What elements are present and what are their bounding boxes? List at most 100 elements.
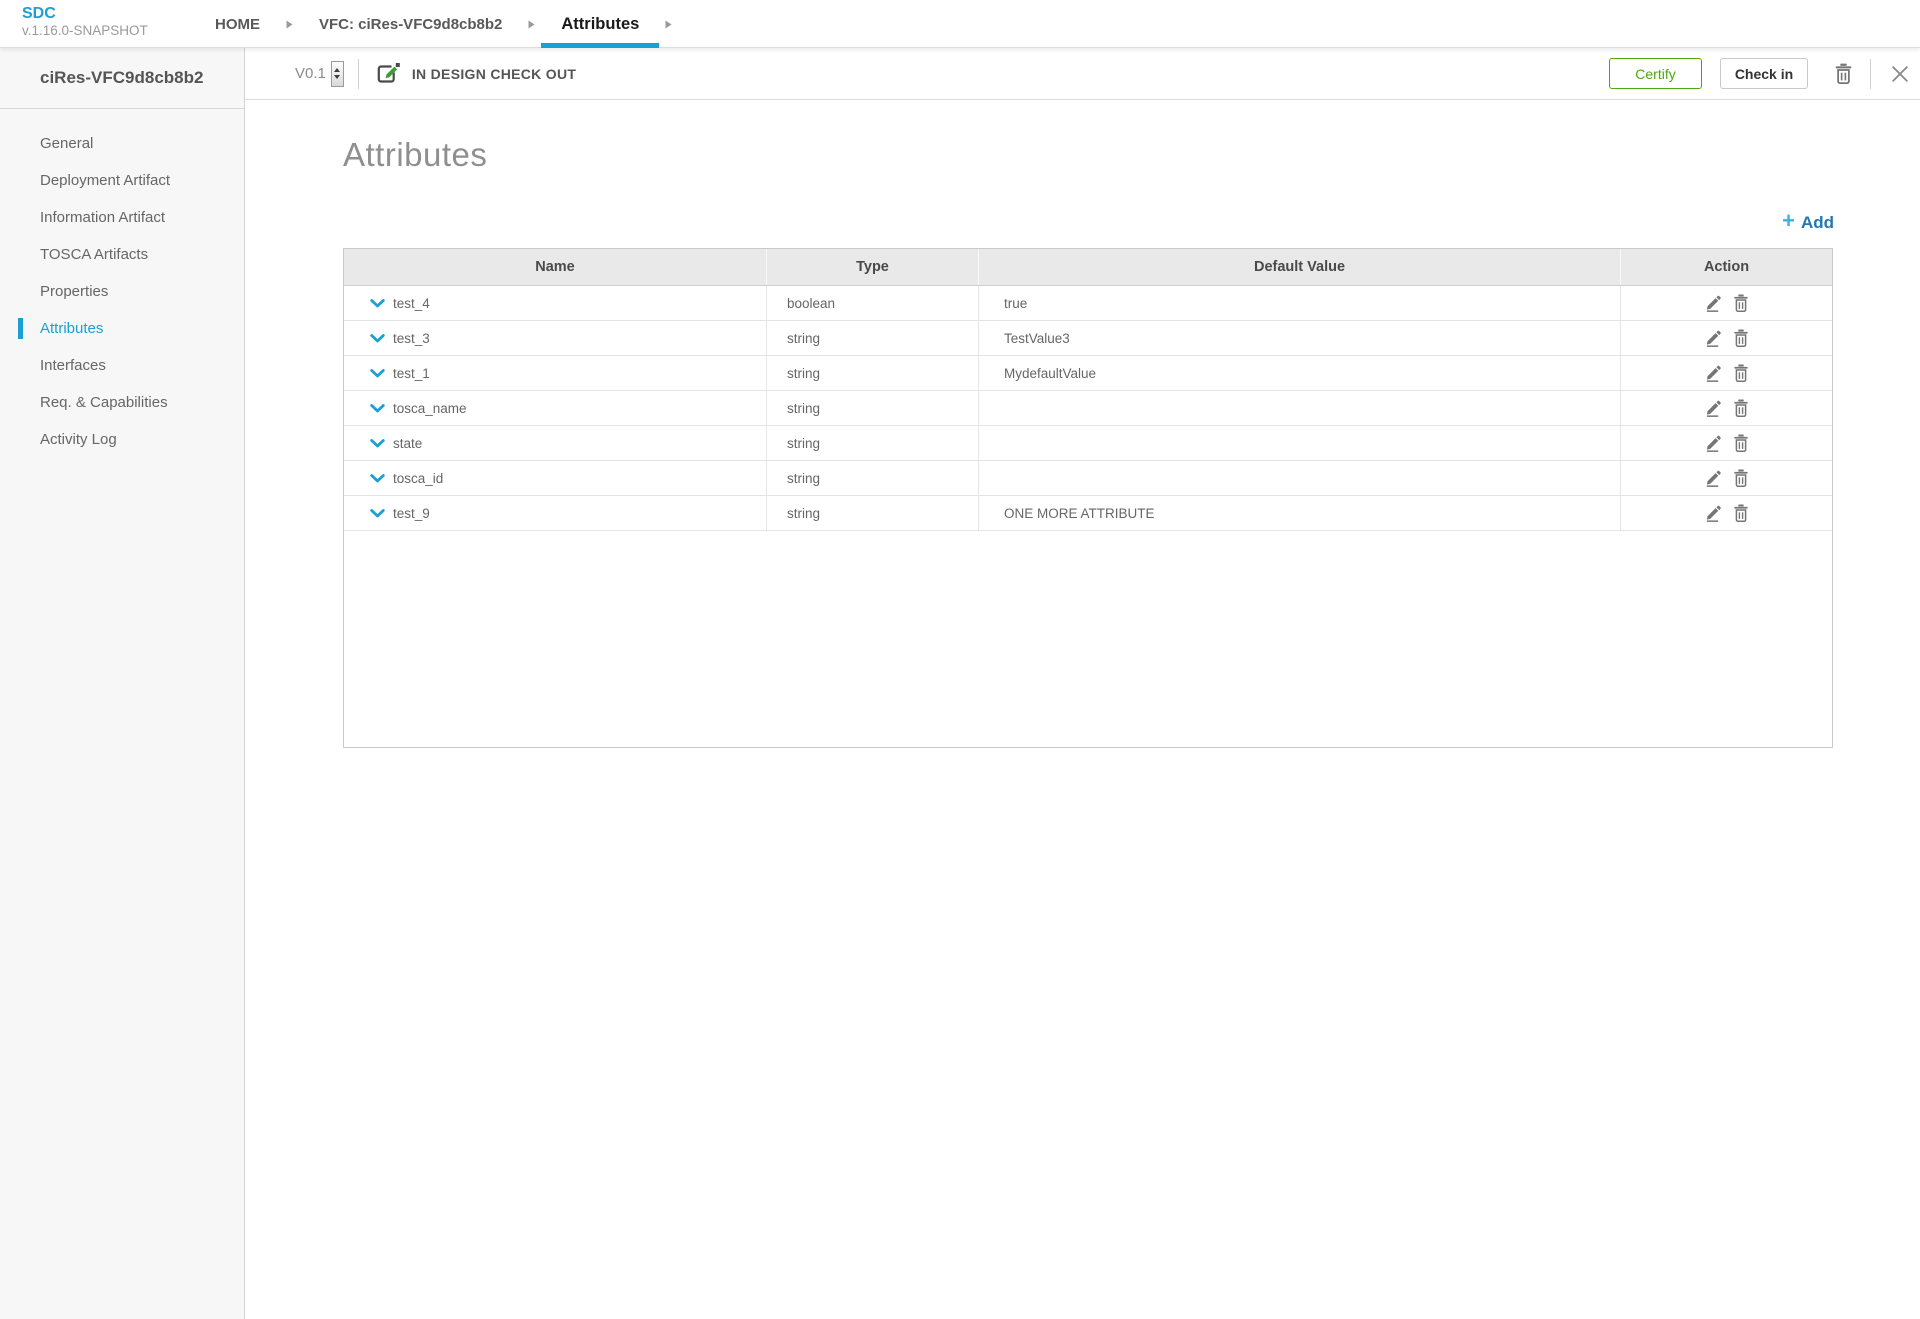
cell-action	[1621, 461, 1832, 495]
column-header-action: Action	[1703, 259, 1750, 275]
cell-action	[1621, 286, 1832, 320]
breadcrumb-item[interactable]: HOME	[195, 0, 280, 48]
sidebar-item-deployment-artifact[interactable]: Deployment Artifact	[0, 162, 244, 199]
breadcrumb-label: HOME	[215, 15, 260, 33]
version-label: V0.1	[295, 65, 326, 82]
sdc-logo[interactable]: SDC v.1.16.0-SNAPSHOT	[22, 5, 148, 39]
cell-default-value	[979, 461, 1621, 495]
breadcrumb-arrow-icon	[665, 20, 672, 29]
expand-chevron-down-icon[interactable]	[370, 368, 385, 378]
delete-icon[interactable]	[1733, 294, 1749, 312]
spinner-up-icon[interactable]	[334, 68, 341, 72]
sidebar-item-information-artifact[interactable]: Information Artifact	[0, 199, 244, 236]
sidebar-item-label: General	[40, 135, 94, 152]
in-design-icon	[376, 62, 402, 86]
delete-icon[interactable]	[1733, 399, 1749, 417]
cell-default-value: TestValue3	[979, 321, 1621, 355]
sidebar-item-properties[interactable]: Properties	[0, 273, 244, 310]
delete-icon[interactable]	[1733, 434, 1749, 452]
certify-button[interactable]: Certify	[1609, 58, 1702, 89]
add-attribute-button[interactable]: + Add	[1782, 210, 1834, 233]
table-row: test_3 string TestValue3	[344, 321, 1832, 356]
delete-icon[interactable]	[1733, 469, 1749, 487]
sidebar-item-interfaces[interactable]: Interfaces	[0, 347, 244, 384]
cell-name: tosca_id	[344, 461, 767, 495]
attr-default: true	[1004, 295, 1028, 311]
breadcrumb-item[interactable]: VFC: ciRes-VFC9d8cb8b2	[299, 0, 522, 48]
sidebar-item-label: Req. & Capabilities	[40, 394, 168, 411]
expand-chevron-down-icon[interactable]	[370, 403, 385, 413]
expand-chevron-down-icon[interactable]	[370, 473, 385, 483]
close-icon[interactable]	[1892, 65, 1908, 82]
expand-chevron-down-icon[interactable]	[370, 333, 385, 343]
attr-name: test_3	[393, 330, 430, 346]
delete-icon[interactable]	[1733, 504, 1749, 522]
version-spinner[interactable]	[330, 60, 344, 87]
cell-action	[1621, 356, 1832, 390]
version-selector[interactable]: V0.1	[295, 60, 344, 87]
attr-type: string	[787, 505, 821, 521]
edit-icon[interactable]	[1705, 295, 1722, 312]
cell-default-value	[979, 426, 1621, 460]
edit-icon[interactable]	[1705, 365, 1722, 382]
edit-icon[interactable]	[1705, 435, 1722, 452]
toolbar-divider	[357, 58, 359, 89]
cell-action	[1621, 391, 1832, 425]
checkin-button[interactable]: Check in	[1720, 58, 1808, 89]
logo-version: v.1.16.0-SNAPSHOT	[22, 23, 148, 39]
edit-icon[interactable]	[1705, 330, 1722, 347]
cell-type: string	[767, 461, 979, 495]
cell-name: test_3	[344, 321, 767, 355]
app-window: SDC v.1.16.0-SNAPSHOT HOME VFC: ciRes-VF…	[0, 0, 1920, 1319]
add-label: Add	[1800, 213, 1834, 232]
cell-action	[1621, 426, 1832, 460]
page-title: Attributes	[343, 136, 488, 173]
spinner-down-icon[interactable]	[334, 75, 341, 79]
toolbar: V0.1 IN DESIGN CHECK OUT Certify Check i…	[245, 48, 1920, 100]
breadcrumb-arrow-icon	[286, 20, 293, 29]
edit-icon[interactable]	[1705, 505, 1722, 522]
delete-icon[interactable]	[1733, 364, 1749, 382]
sidebar-item-label: TOSCA Artifacts	[40, 246, 149, 263]
column-header-type: Type	[767, 249, 979, 285]
attr-type: boolean	[787, 295, 836, 311]
cell-name: test_1	[344, 356, 767, 390]
breadcrumb-label: VFC: ciRes-VFC9d8cb8b2	[319, 15, 503, 33]
cell-name: test_9	[344, 496, 767, 530]
breadcrumb-item[interactable]: Attributes	[541, 0, 660, 48]
sidebar-item-label: Deployment Artifact	[40, 172, 171, 189]
sidebar: ciRes-VFC9d8cb8b2 General Deployment Art…	[0, 48, 245, 1319]
expand-chevron-down-icon[interactable]	[370, 438, 385, 448]
sidebar-item-req-capabilities[interactable]: Req. & Capabilities	[0, 384, 244, 421]
expand-chevron-down-icon[interactable]	[370, 508, 385, 518]
sidebar-item-tosca-artifacts[interactable]: TOSCA Artifacts	[0, 236, 244, 273]
attr-default: ONE MORE ATTRIBUTE	[1004, 505, 1155, 521]
cell-default-value: true	[979, 286, 1621, 320]
edit-icon[interactable]	[1705, 470, 1722, 487]
cell-type: string	[767, 321, 979, 355]
edit-icon[interactable]	[1705, 400, 1722, 417]
attr-type: string	[787, 470, 821, 486]
delete-icon[interactable]	[1733, 329, 1749, 347]
logo-title: SDC	[22, 5, 56, 22]
lifecycle-status: IN DESIGN CHECK OUT	[411, 65, 577, 82]
attr-type: string	[787, 365, 821, 381]
delete-component-button[interactable]	[1834, 63, 1853, 84]
table-row: tosca_name string	[344, 391, 1832, 426]
active-tab-underline	[541, 43, 660, 48]
attr-name: test_4	[393, 295, 430, 311]
expand-chevron-down-icon[interactable]	[370, 298, 385, 308]
cell-type: string	[767, 426, 979, 460]
attr-name: state	[393, 435, 423, 451]
attr-type: string	[787, 435, 821, 451]
attr-name: test_9	[393, 505, 430, 521]
sidebar-item-general[interactable]: General	[0, 125, 244, 162]
sidebar-item-activity-log[interactable]: Activity Log	[0, 421, 244, 458]
cell-default-value: MydefaultValue	[979, 356, 1621, 390]
attr-type: string	[787, 400, 821, 416]
sidebar-item-label: Activity Log	[40, 431, 117, 448]
table-row: test_9 string ONE MORE ATTRIBUTE	[344, 496, 1832, 531]
sidebar-item-attributes[interactable]: Attributes	[0, 310, 244, 347]
cell-name: test_4	[344, 286, 767, 320]
attr-type: string	[787, 330, 821, 346]
